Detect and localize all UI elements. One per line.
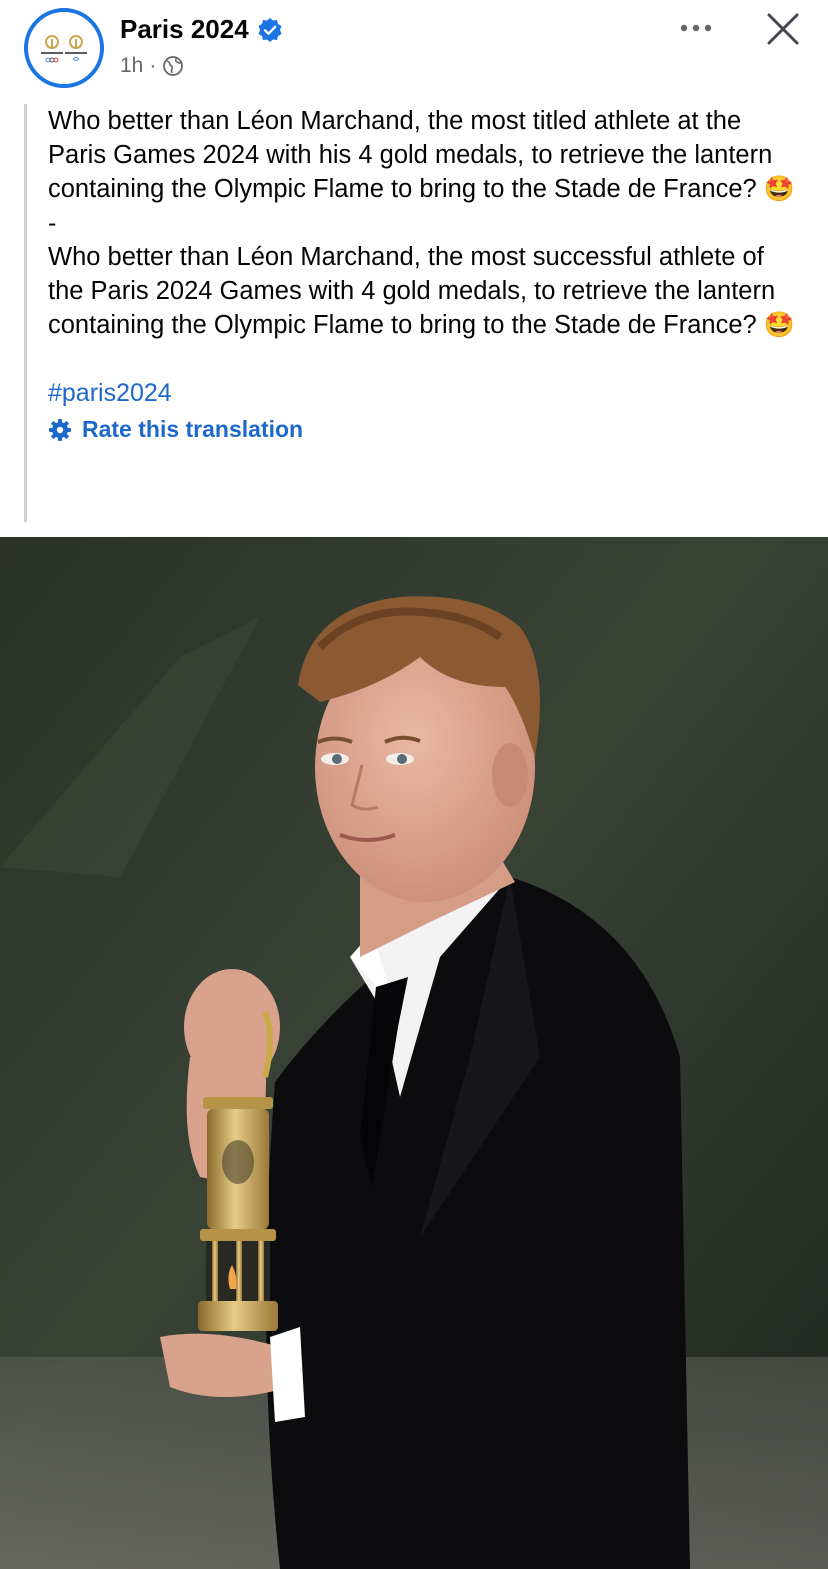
page-name[interactable]: Paris 2024: [120, 14, 283, 45]
globe-icon[interactable]: [162, 55, 184, 77]
post-paragraph-1: Who better than Léon Marchand, the most …: [48, 104, 804, 206]
paris-2024-logo-icon: [28, 12, 100, 84]
meta-separator: ·: [149, 54, 157, 77]
divider-dash: -: [48, 209, 57, 237]
page-name-text[interactable]: Paris 2024: [120, 14, 249, 45]
hashtag-link[interactable]: #paris2024: [48, 376, 172, 410]
athlete-with-olympic-lantern-image: [0, 537, 828, 1569]
close-button[interactable]: [760, 8, 806, 50]
star-struck-emoji: 🤩: [763, 311, 795, 339]
close-icon: [767, 13, 799, 45]
rate-translation-label[interactable]: Rate this translation: [82, 416, 303, 443]
star-struck-emoji: 🤩: [763, 175, 795, 203]
gear-icon: [49, 418, 71, 441]
timestamp[interactable]: 1h: [120, 54, 143, 78]
post-paragraph-2-text: Who better than Léon Marchand, the most …: [48, 243, 776, 339]
verified-badge-icon: [258, 17, 282, 42]
post-photo[interactable]: [0, 537, 828, 1569]
translated-post-text: Who better than Léon Marchand, the most …: [24, 104, 804, 522]
post-paragraph-1-text: Who better than Léon Marchand, the most …: [48, 107, 773, 203]
page-avatar[interactable]: [24, 8, 104, 88]
rate-translation-button[interactable]: Rate this translation: [48, 416, 804, 443]
post-paragraph-2: Who better than Léon Marchand, the most …: [48, 240, 804, 342]
post-meta: 1h ·: [120, 54, 184, 78]
post-header: Paris 2024 1h ·: [0, 0, 828, 100]
more-options-button[interactable]: [676, 12, 716, 44]
more-options-icon: [680, 24, 712, 32]
